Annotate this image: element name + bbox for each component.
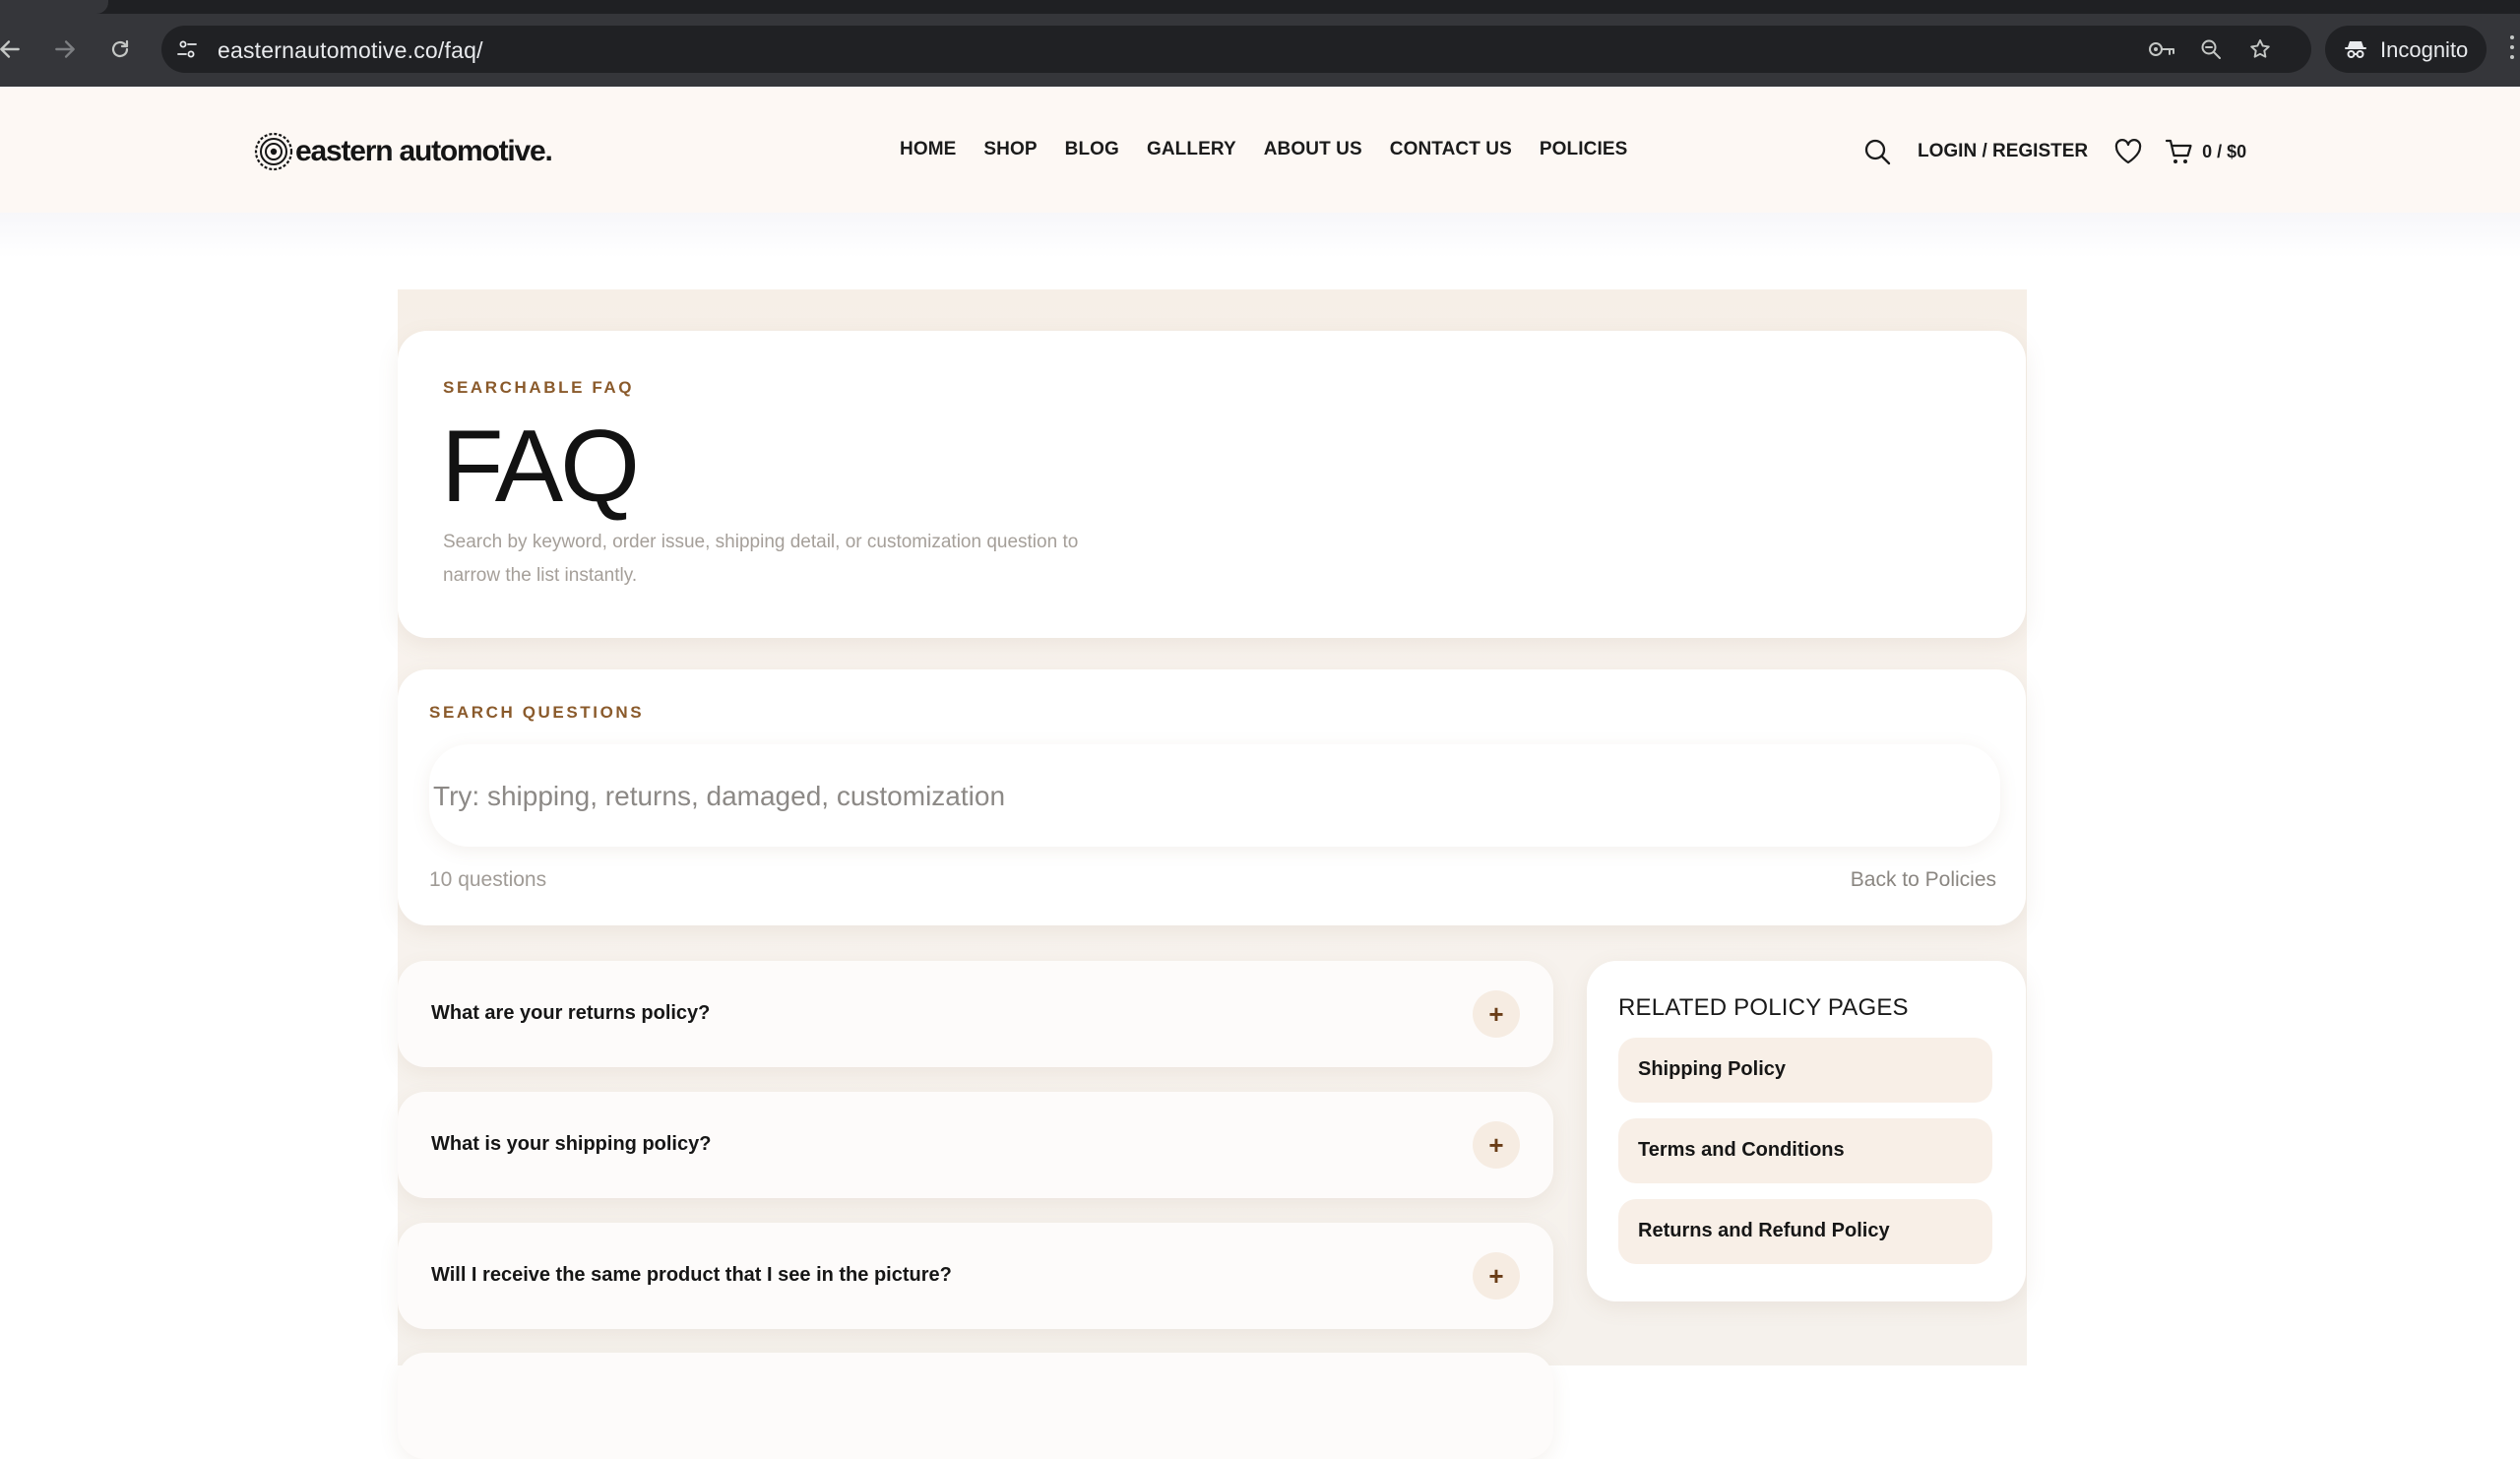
faq-hero-card: SEARCHABLE FAQ FAQ Search by keyword, or… [398, 331, 2026, 638]
site-header: eastern automotive. HOME SHOP BLOG GALLE… [0, 87, 2520, 213]
nav-gallery[interactable]: GALLERY [1147, 139, 1236, 160]
faq-search-card: SEARCH QUESTIONS 10 questions Back to Po… [398, 669, 2026, 925]
url-text[interactable]: easternautomotive.co/faq/ [218, 37, 483, 64]
question-count: 10 questions [429, 868, 547, 891]
nav-policies[interactable]: POLICIES [1540, 139, 1627, 160]
incognito-icon [2343, 36, 2368, 62]
header-divider [0, 213, 2520, 258]
nav-home[interactable]: HOME [900, 139, 956, 160]
nav-about-us[interactable]: ABOUT US [1264, 139, 1362, 160]
faq-question[interactable]: Will I receive the same product that I s… [431, 1264, 952, 1287]
reload-icon[interactable] [98, 28, 142, 71]
related-link-label[interactable]: Terms and Conditions [1638, 1139, 1845, 1162]
zoom-icon[interactable] [2197, 35, 2225, 63]
related-title: RELATED POLICY PAGES [1618, 994, 1909, 1021]
logo-text: eastern automotive. [295, 135, 553, 167]
faq-item-partial[interactable] [398, 1353, 1553, 1459]
site-settings-icon[interactable] [175, 37, 199, 61]
incognito-label: Incognito [2380, 37, 2469, 62]
faq-item[interactable]: What are your returns policy? + [398, 961, 1553, 1067]
page-title: FAQ [441, 410, 640, 524]
faq-item[interactable]: What is your shipping policy? + [398, 1092, 1553, 1198]
nav-shop[interactable]: SHOP [983, 139, 1037, 160]
main-navigation: HOME SHOP BLOG GALLERY ABOUT US CONTACT … [900, 139, 1655, 160]
active-tab[interactable] [0, 0, 108, 14]
login-register-link[interactable]: LOGIN / REGISTER [1918, 141, 2088, 162]
nav-blog[interactable]: BLOG [1065, 139, 1119, 160]
nav-contact-us[interactable]: CONTACT US [1390, 139, 1512, 160]
incognito-badge[interactable]: Incognito [2325, 26, 2487, 73]
bookmark-star-icon[interactable] [2246, 35, 2274, 63]
logo-emblem-icon [254, 132, 293, 171]
related-link-label[interactable]: Returns and Refund Policy [1638, 1220, 1890, 1242]
cart-total[interactable]: 0 / $0 [2202, 142, 2246, 162]
hero-subtitle: Search by keyword, order issue, shipping… [443, 532, 1079, 586]
back-to-policies-link[interactable]: Back to Policies [1851, 868, 1996, 892]
faq-search-input[interactable] [429, 744, 1990, 849]
heart-icon[interactable] [2111, 135, 2145, 168]
header-actions: LOGIN / REGISTER 0 / $0 [1860, 132, 2246, 171]
related-link-shipping-policy[interactable]: Shipping Policy [1618, 1038, 1992, 1103]
key-icon[interactable] [2148, 35, 2175, 63]
expand-plus-icon[interactable]: + [1473, 1121, 1520, 1169]
faq-item[interactable]: Will I receive the same product that I s… [398, 1223, 1553, 1329]
expand-plus-icon[interactable]: + [1473, 990, 1520, 1038]
forward-arrow-icon[interactable] [43, 28, 87, 71]
faq-question[interactable]: What is your shipping policy? [431, 1133, 711, 1156]
search-icon[interactable] [1860, 135, 1894, 168]
hero-eyebrow: SEARCHABLE FAQ [443, 378, 635, 397]
address-bar[interactable]: easternautomotive.co/faq/ [161, 26, 2311, 73]
related-policy-pages-card: RELATED POLICY PAGES Shipping Policy Ter… [1587, 961, 2026, 1301]
related-link-label[interactable]: Shipping Policy [1638, 1058, 1786, 1081]
search-eyebrow: SEARCH QUESTIONS [429, 703, 645, 722]
faq-question[interactable]: What are your returns policy? [431, 1002, 710, 1025]
expand-plus-icon[interactable]: + [1473, 1252, 1520, 1300]
browser-toolbar: easternautomotive.co/faq/ Incognito [0, 0, 2520, 87]
tab-strip [0, 0, 2520, 14]
related-link-terms-and-conditions[interactable]: Terms and Conditions [1618, 1118, 1992, 1183]
browser-menu-icon[interactable] [2510, 35, 2516, 63]
cart-icon[interactable] [2163, 135, 2196, 168]
back-arrow-icon[interactable] [0, 28, 32, 71]
related-link-returns-and-refund-policy[interactable]: Returns and Refund Policy [1618, 1199, 1992, 1264]
site-logo[interactable]: eastern automotive. [254, 132, 553, 171]
faq-search-field[interactable] [429, 744, 2000, 849]
